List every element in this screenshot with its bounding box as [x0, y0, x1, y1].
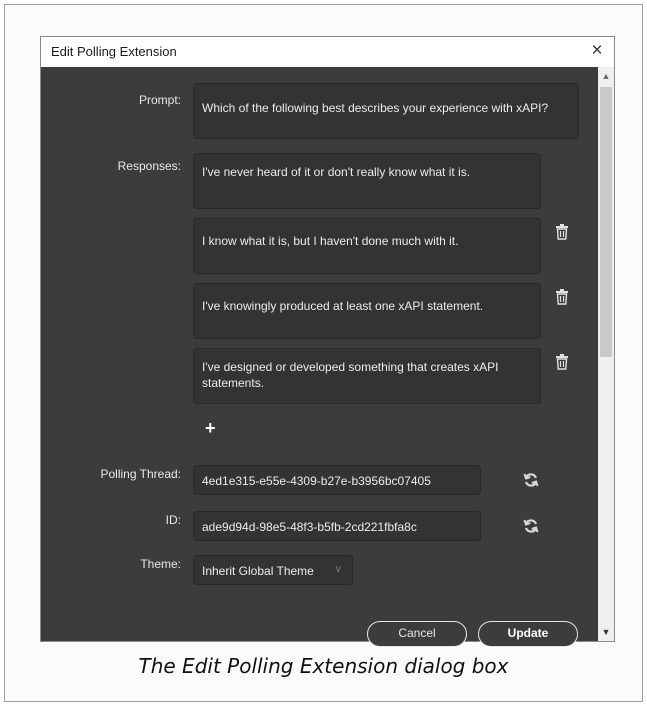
theme-label: Theme:	[140, 557, 181, 571]
polling-thread-label: Polling Thread:	[100, 467, 182, 481]
vertical-scrollbar[interactable]: ▲ ▼	[598, 67, 614, 641]
cancel-button[interactable]: Cancel	[367, 621, 467, 647]
refresh-icon[interactable]	[523, 472, 539, 488]
responses-label: Responses:	[117, 159, 181, 173]
dialog-titlebar: Edit Polling Extension ×	[41, 37, 614, 67]
polling-thread-field[interactable]: 4ed1e315-e55e-4309-b27e-b3956bc07405	[193, 465, 481, 495]
scroll-up-arrow-icon[interactable]: ▲	[598, 67, 614, 85]
refresh-icon[interactable]	[523, 518, 539, 534]
add-response-button[interactable]: +	[205, 419, 219, 437]
close-icon[interactable]: ×	[586, 40, 608, 62]
figure-caption: The Edit Polling Extension dialog box	[138, 654, 509, 678]
dialog-title: Edit Polling Extension	[51, 44, 177, 59]
theme-select[interactable]: Inherit Global Theme ∨	[193, 555, 353, 585]
prompt-label: Prompt:	[138, 93, 181, 107]
id-label: ID:	[165, 513, 181, 527]
update-button[interactable]: Update	[478, 621, 578, 647]
response-field-3[interactable]: I've knowingly produced at least one xAP…	[193, 283, 541, 339]
response-field-1[interactable]: I've never heard of it or don't really k…	[193, 153, 541, 209]
response-field-4[interactable]: I've designed or developed something tha…	[193, 348, 541, 404]
edit-polling-extension-dialog: Edit Polling Extension × Prompt: Which o…	[40, 36, 615, 647]
scroll-down-arrow-icon[interactable]: ▼	[598, 623, 614, 641]
trash-icon[interactable]	[555, 354, 569, 370]
scroll-thumb[interactable]	[600, 87, 612, 357]
dialog-content: Prompt: Which of the following best desc…	[41, 67, 598, 641]
response-field-2[interactable]: I know what it is, but I haven't done mu…	[193, 218, 541, 274]
theme-select-value: Inherit Global Theme	[202, 564, 314, 578]
id-field[interactable]: ade9d94d-98e5-48f3-b5fb-2cd221fbfa8c	[193, 511, 481, 541]
trash-icon[interactable]	[555, 289, 569, 305]
prompt-field[interactable]: Which of the following best describes yo…	[193, 83, 579, 139]
chevron-down-icon: ∨	[334, 564, 342, 575]
trash-icon[interactable]	[555, 224, 569, 240]
